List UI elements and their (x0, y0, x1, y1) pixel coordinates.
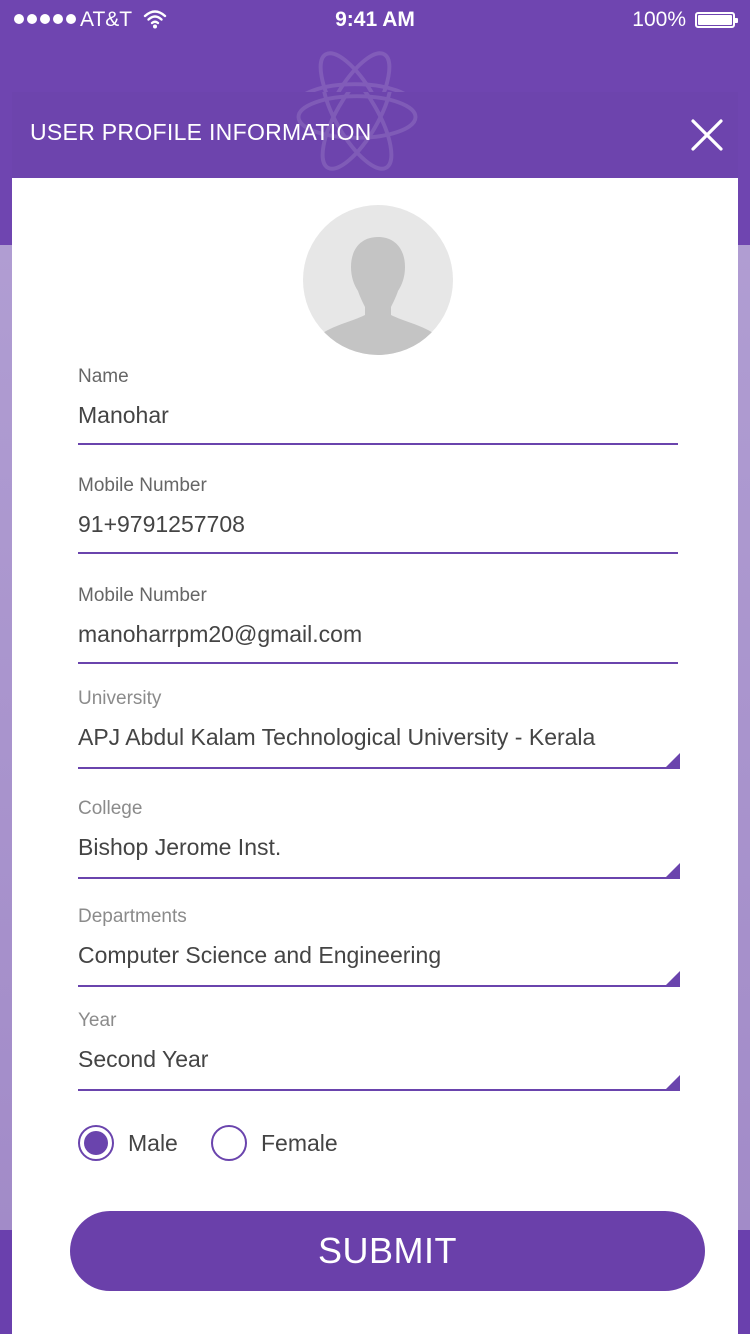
mobile-input[interactable]: 91+9791257708 (78, 511, 245, 538)
gender-radio-female[interactable]: Female (211, 1125, 338, 1161)
college-value[interactable]: Bishop Jerome Inst. (78, 834, 281, 861)
user-profile-modal: USER PROFILE INFORMATION Name Manohar Mo… (12, 92, 738, 1334)
modal-title: USER PROFILE INFORMATION (30, 119, 372, 145)
year-underline (78, 1089, 678, 1091)
battery-percentage: 100% (632, 8, 686, 31)
email-label: Mobile Number (78, 585, 207, 606)
avatar[interactable] (303, 205, 453, 355)
department-value[interactable]: Computer Science and Engineering (78, 942, 441, 969)
university-value[interactable]: APJ Abdul Kalam Technological University… (78, 724, 595, 751)
user-silhouette-icon (303, 237, 453, 355)
gender-radio-male[interactable]: Male (78, 1125, 178, 1161)
mobile-field[interactable]: Mobile Number 91+9791257708 (78, 475, 678, 555)
email-input[interactable]: manoharrpm20@gmail.com (78, 621, 362, 648)
name-input[interactable]: Manohar (78, 402, 169, 429)
radio-unselected-icon[interactable] (211, 1125, 247, 1161)
department-label: Departments (78, 906, 187, 927)
year-label: Year (78, 1010, 117, 1031)
department-dropdown[interactable]: Departments Computer Science and Enginee… (78, 906, 680, 988)
college-dropdown[interactable]: College Bishop Jerome Inst. (78, 798, 680, 880)
university-dropdown[interactable]: University APJ Abdul Kalam Technological… (78, 688, 680, 770)
year-dropdown[interactable]: Year Second Year (78, 1010, 680, 1092)
dropdown-arrow-icon[interactable] (664, 971, 680, 987)
dropdown-arrow-icon[interactable] (664, 753, 680, 769)
name-field[interactable]: Name Manohar (78, 366, 678, 446)
email-underline (78, 662, 678, 664)
modal-header: USER PROFILE INFORMATION (12, 92, 738, 178)
college-label: College (78, 798, 143, 819)
close-icon[interactable] (688, 116, 726, 154)
mobile-label: Mobile Number (78, 475, 207, 496)
mobile-underline (78, 552, 678, 554)
dropdown-arrow-icon[interactable] (664, 1075, 680, 1091)
dropdown-arrow-icon[interactable] (664, 863, 680, 879)
year-value[interactable]: Second Year (78, 1046, 208, 1073)
university-label: University (78, 688, 162, 709)
department-underline (78, 985, 678, 987)
name-underline (78, 443, 678, 445)
email-field[interactable]: Mobile Number manoharrpm20@gmail.com (78, 585, 678, 665)
submit-button[interactable]: SUBMIT (70, 1211, 705, 1291)
gender-option-label: Male (128, 1129, 178, 1156)
battery-icon (695, 12, 738, 28)
college-underline (78, 877, 678, 879)
gender-option-label: Female (261, 1129, 338, 1156)
university-underline (78, 767, 678, 769)
radio-selected-icon[interactable] (78, 1125, 114, 1161)
name-label: Name (78, 366, 129, 387)
status-bar: AT&T 9:41 AM 100% (0, 0, 750, 40)
